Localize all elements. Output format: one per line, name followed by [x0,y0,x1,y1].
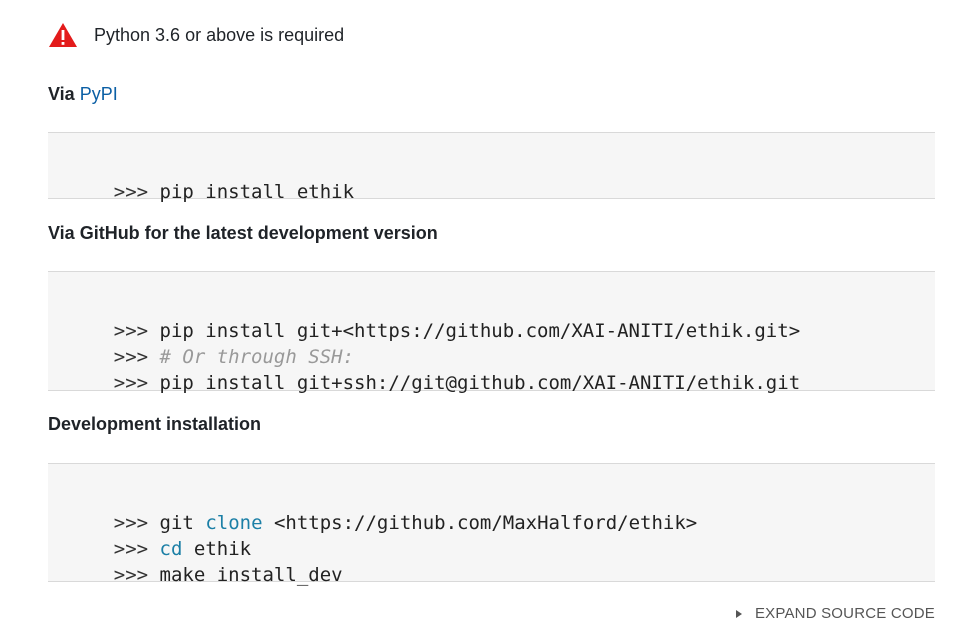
code-line: >>> pip install ethik [68,153,935,203]
code-keyword: clone [205,512,263,534]
code-line: >>> git clone <https://github.com/MaxHal… [68,484,935,534]
code-prompt: >>> [113,320,149,342]
heading-development-installation: Development installation [48,414,262,434]
code-keyword: cd [159,538,183,560]
code-comment: # Or through SSH: [159,346,355,368]
code-text: make install_dev [159,564,343,586]
expand-triangle-icon [735,609,742,618]
expand-label: EXPAND SOURCE CODE [754,605,935,622]
code-prompt: >>> [113,372,149,394]
expand-source-code-button[interactable]: EXPAND SOURCE CODE [735,605,935,622]
code-block-development: >>> git clone <https://github.com/MaxHal… [48,463,935,586]
code-text: git [159,512,194,534]
code-text: ethik [193,538,252,560]
code-text: pip install ethik [159,181,355,203]
warning-icon [48,22,78,48]
code-text: pip install git+ssh://git@github.com/XAI… [159,372,801,394]
heading-via-pypi: Via PyPI [48,84,118,105]
code-prompt: >>> [113,538,149,560]
code-line: >>> pip install git+<https://github.com/… [68,292,935,342]
heading-prefix: Via [48,84,75,104]
pypi-link[interactable]: PyPI [80,84,118,104]
code-text: pip install git+<https://github.com/XAI-… [159,320,801,342]
heading-via-github: Via GitHub for the latest development ve… [48,223,438,243]
warning-text: Python 3.6 or above is required [94,24,345,45]
code-prompt: >>> [113,181,149,203]
code-prompt: >>> [113,512,149,534]
code-block-pypi: >>> pip install ethik [48,132,935,203]
code-block-github: >>> pip install git+<https://github.com/… [48,271,935,394]
code-prompt: >>> [113,346,149,368]
code-prompt: >>> [113,564,149,586]
code-text: <https://github.com/MaxHalford/ethik> [273,512,698,534]
requirement-warning: Python 3.6 or above is required [48,22,344,48]
